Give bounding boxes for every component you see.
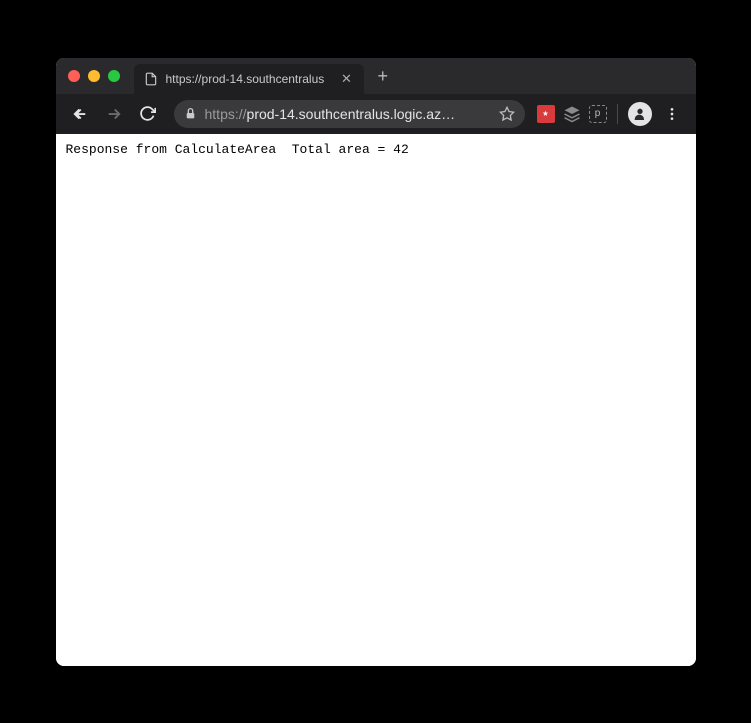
forward-button[interactable] xyxy=(100,100,128,128)
url-protocol: https:// xyxy=(205,106,247,122)
user-icon xyxy=(632,106,648,122)
toolbar: https://prod-14.southcentralus.logic.az…… xyxy=(56,94,696,134)
back-button[interactable] xyxy=(66,100,94,128)
page-favicon-icon xyxy=(144,72,158,86)
traffic-lights xyxy=(68,70,120,82)
kebab-menu-icon xyxy=(664,106,680,122)
arrow-left-icon xyxy=(71,105,89,123)
address-bar[interactable]: https://prod-14.southcentralus.logic.az… xyxy=(174,100,525,128)
menu-button[interactable] xyxy=(658,100,686,128)
reload-button[interactable] xyxy=(134,100,162,128)
extension-icon-3[interactable]: p xyxy=(589,105,607,123)
url-host: prod-14.southcentralus.logic.az… xyxy=(247,106,456,122)
tab-close-button[interactable]: ✕ xyxy=(340,72,354,86)
window-close-button[interactable] xyxy=(68,70,80,82)
response-text: Response from CalculateArea Total area =… xyxy=(66,142,409,157)
browser-tab[interactable]: https://prod-14.southcentralus ✕ xyxy=(134,64,364,94)
window-minimize-button[interactable] xyxy=(88,70,100,82)
extension-icon-1[interactable]: ⋆ xyxy=(537,105,555,123)
browser-window: https://prod-14.southcentralus ✕ + xyxy=(56,58,696,666)
window-maximize-button[interactable] xyxy=(108,70,120,82)
titlebar: https://prod-14.southcentralus ✕ + xyxy=(56,58,696,94)
arrow-right-icon xyxy=(105,105,123,123)
lock-icon xyxy=(184,107,197,120)
url-text: https://prod-14.southcentralus.logic.az… xyxy=(205,106,491,122)
reload-icon xyxy=(139,105,156,122)
new-tab-button[interactable]: + xyxy=(374,63,393,89)
page-content: Response from CalculateArea Total area =… xyxy=(56,134,696,666)
stack-icon xyxy=(563,105,581,123)
profile-button[interactable] xyxy=(628,102,652,126)
bookmark-star-button[interactable] xyxy=(499,106,515,122)
extension-icon-2[interactable] xyxy=(561,103,583,125)
toolbar-divider xyxy=(617,104,618,124)
tab-title: https://prod-14.southcentralus xyxy=(166,72,332,86)
